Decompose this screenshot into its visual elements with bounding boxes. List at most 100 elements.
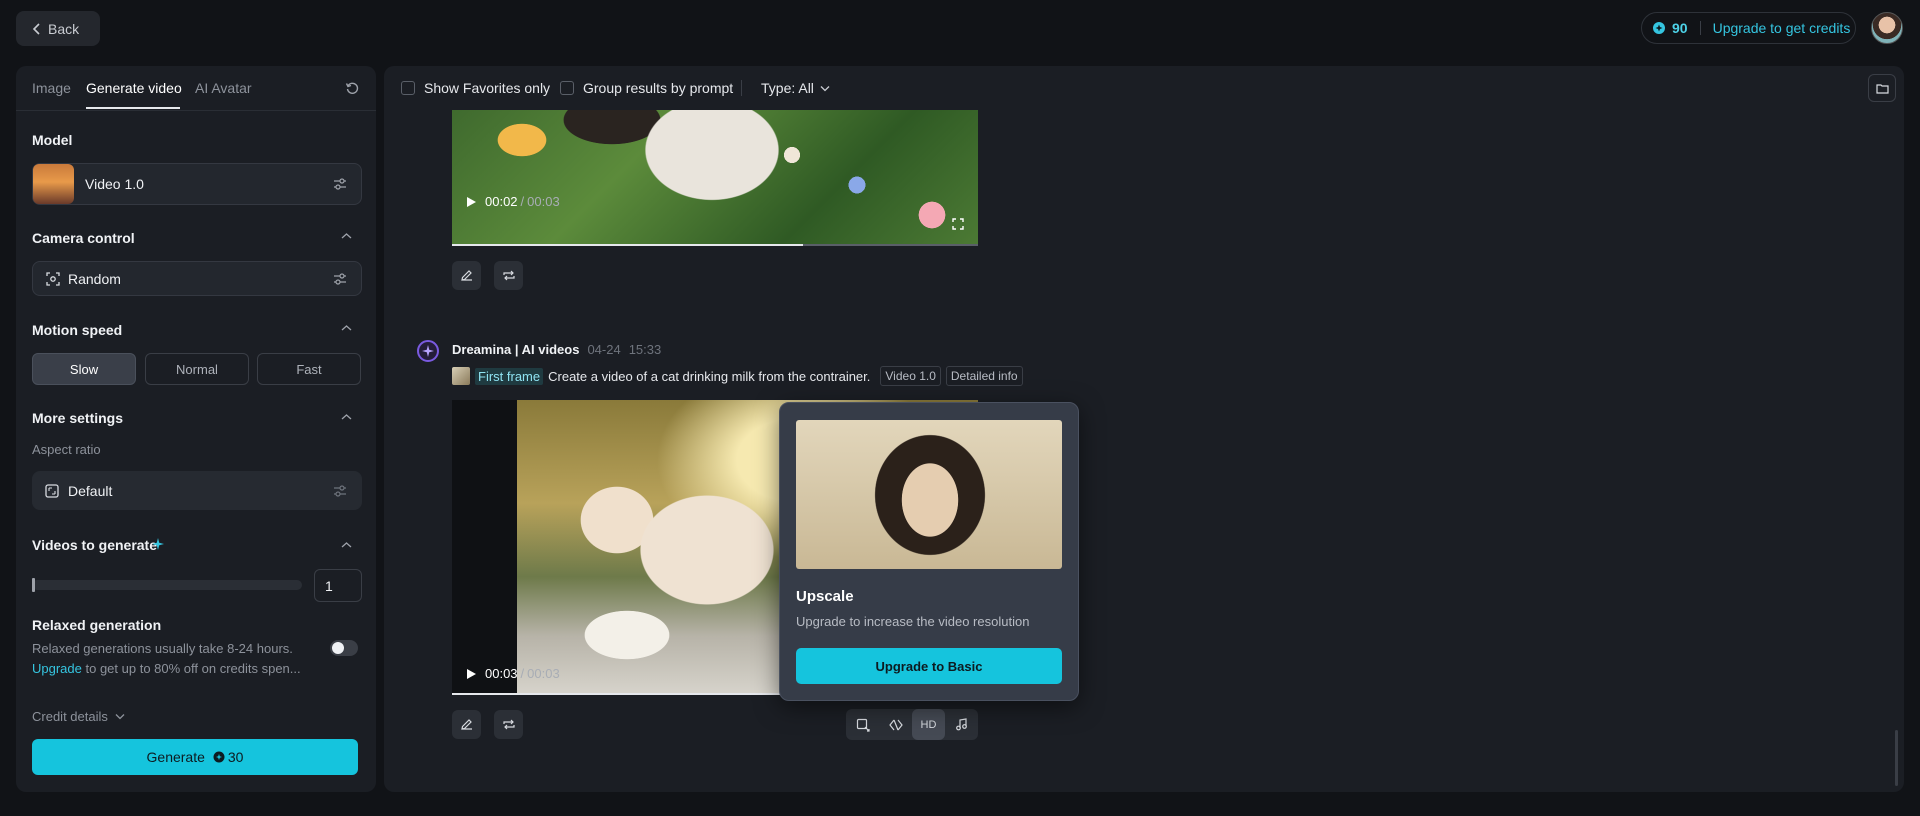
post-prompt-line: First frame Create a video of a cat drin… (452, 366, 1023, 386)
generate-label: Generate (146, 749, 205, 765)
edit-button[interactable] (452, 710, 481, 739)
aspect-ratio-icon (45, 484, 59, 498)
regenerate-button[interactable] (494, 710, 523, 739)
extend-button[interactable] (846, 709, 879, 740)
pencil-icon (460, 269, 473, 282)
speed-fast-button[interactable]: Fast (257, 353, 361, 385)
slider-handle[interactable] (32, 578, 35, 592)
chevron-up-icon[interactable] (341, 413, 352, 421)
credit-icon (213, 751, 225, 763)
favorites-checkbox[interactable] (401, 81, 415, 95)
detailed-info-tag[interactable]: Detailed info (945, 366, 1023, 386)
model-value: Video 1.0 (85, 176, 144, 192)
post-time: 15:33 (628, 342, 662, 357)
divider (1699, 21, 1701, 35)
video-progress-fill (452, 244, 803, 246)
diamond-arrows-icon (888, 718, 903, 732)
upgrade-to-basic-button[interactable]: Upgrade to Basic (796, 648, 1062, 684)
videos-count-input[interactable]: 1 (314, 569, 362, 602)
scrollbar[interactable] (1895, 730, 1898, 786)
back-button[interactable]: Back (16, 11, 100, 46)
music-note-icon (955, 718, 968, 731)
tab-underline (86, 107, 180, 109)
type-filter[interactable]: Type: All (761, 80, 830, 96)
video-duration: 00:03 (527, 666, 560, 681)
video-player-previous[interactable]: 00:02 / 00:03 (452, 110, 978, 246)
fullscreen-icon[interactable] (952, 218, 964, 230)
credit-icon (1652, 21, 1666, 35)
model-tag: Video 1.0 (880, 366, 941, 386)
dreamina-logo-icon (417, 340, 439, 362)
chevron-up-icon[interactable] (341, 541, 352, 549)
first-frame-label[interactable]: First frame (475, 367, 544, 385)
pencil-icon (460, 718, 473, 731)
upscale-title: Upscale (796, 588, 854, 605)
camera-frame-icon (46, 272, 60, 286)
chevron-up-icon[interactable] (341, 324, 352, 332)
camera-value: Random (68, 271, 121, 287)
upscale-popover: Upscale Upgrade to increase the video re… (779, 402, 1079, 701)
play-icon[interactable] (466, 668, 477, 680)
relaxed-title: Relaxed generation (32, 617, 162, 633)
camera-select[interactable]: Random (32, 261, 362, 296)
type-filter-label: Type: All (761, 80, 814, 96)
chevron-down-icon (115, 713, 125, 720)
tab-image[interactable]: Image (32, 80, 71, 96)
videos-title: Videos to generate (32, 537, 158, 553)
aspect-ratio-label: Aspect ratio (32, 442, 101, 457)
repeat-icon (502, 269, 516, 282)
first-frame-thumbnail[interactable] (452, 367, 470, 385)
speed-normal-button[interactable]: Normal (145, 353, 249, 385)
aspect-ratio-value: Default (68, 483, 113, 499)
model-title: Model (32, 132, 73, 148)
hd-upscale-button[interactable]: HD (912, 709, 945, 740)
videos-count-slider[interactable] (32, 578, 302, 592)
chevron-down-icon (820, 85, 830, 92)
sliders-icon[interactable] (333, 272, 347, 285)
generate-button[interactable]: Generate 30 (32, 739, 358, 775)
upgrade-link[interactable]: Upgrade (32, 661, 82, 676)
relaxed-desc: Relaxed generations usually take 8-24 ho… (32, 641, 293, 656)
regenerate-button[interactable] (494, 261, 523, 290)
reset-icon[interactable] (345, 81, 359, 95)
edit-button[interactable] (452, 261, 481, 290)
play-icon[interactable] (466, 196, 477, 208)
speed-slow-button[interactable]: Slow (32, 353, 136, 385)
upgrade-credits-link[interactable]: Upgrade to get credits (1713, 20, 1851, 36)
post-date: 04-24 (587, 342, 621, 357)
upscale-preview-image (796, 420, 1062, 569)
video-controls: 00:02 / 00:03 (466, 194, 560, 209)
filter-divider (741, 80, 742, 96)
relaxed-upgrade-line: Upgrade to get up to 80% off on credits … (32, 661, 301, 676)
model-select[interactable]: Video 1.0 (32, 163, 362, 205)
toggle-knob (332, 642, 344, 654)
folder-button[interactable] (1868, 74, 1896, 102)
generate-cost-value: 30 (227, 749, 244, 765)
group-label[interactable]: Group results by prompt (583, 80, 733, 96)
folder-icon (1875, 83, 1889, 94)
aspect-ratio-select[interactable]: Default (32, 471, 362, 510)
post-author: Dreamina | AI videos (452, 342, 580, 357)
back-label: Back (48, 20, 80, 37)
favorites-label[interactable]: Show Favorites only (424, 80, 550, 96)
video-current-time: 00:03 (485, 666, 518, 681)
relaxed-toggle[interactable] (330, 640, 358, 656)
group-checkbox[interactable] (560, 81, 574, 95)
sliders-icon[interactable] (333, 178, 347, 190)
generate-cost: 30 (213, 749, 244, 765)
post-header: Dreamina | AI videos 04-24 15:33 (452, 342, 661, 357)
video-controls: 00:03 / 00:03 (466, 666, 560, 681)
credits-pill[interactable]: 90 Upgrade to get credits (1641, 12, 1856, 44)
video-progress-track[interactable] (452, 244, 978, 246)
repeat-icon (502, 718, 516, 731)
tab-generate-video[interactable]: Generate video (86, 80, 182, 96)
chevron-up-icon[interactable] (341, 232, 352, 240)
relaxed-upgrade-text: to get up to 80% off on credits spen... (85, 661, 301, 676)
credit-details-link[interactable]: Credit details (32, 709, 125, 724)
avatar[interactable] (1871, 12, 1903, 44)
interpolate-button[interactable] (879, 709, 912, 740)
tab-ai-avatar[interactable]: AI Avatar (195, 80, 252, 96)
sliders-icon[interactable] (333, 484, 347, 497)
chevron-left-icon (32, 22, 42, 35)
add-sound-button[interactable] (945, 709, 978, 740)
